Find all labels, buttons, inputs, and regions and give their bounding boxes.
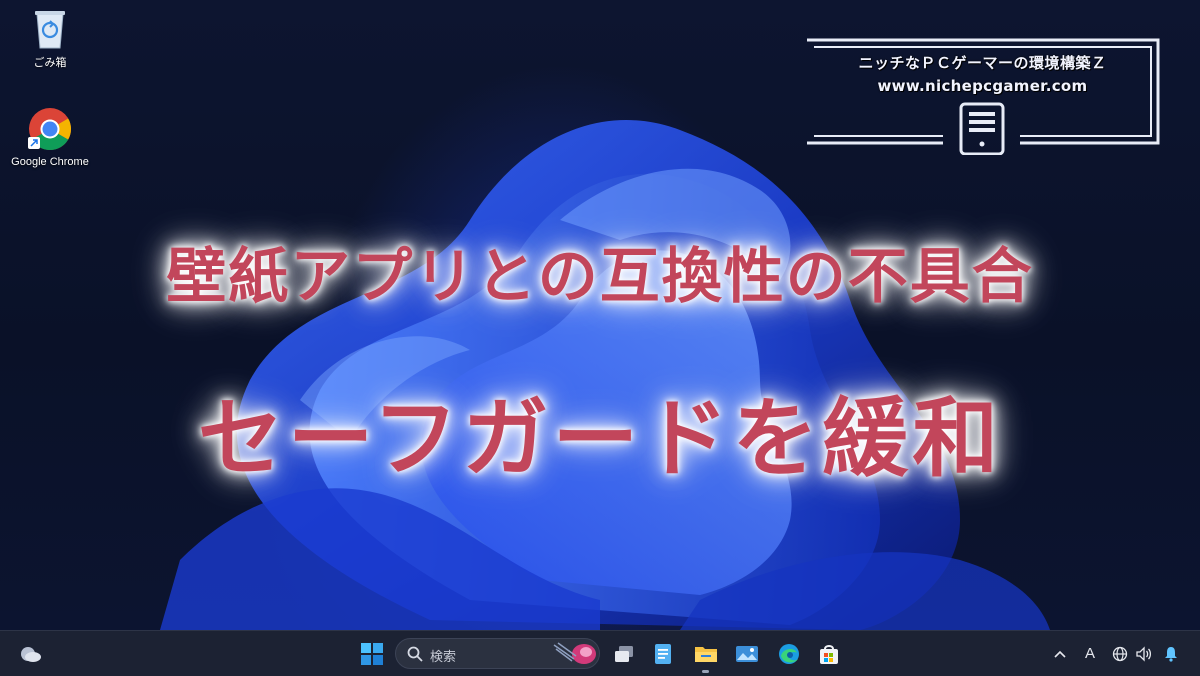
weather-icon (21, 646, 41, 662)
recycle-bin-label: ごみ箱 (33, 57, 67, 69)
speaker-icon (1136, 645, 1152, 662)
show-hidden-icons-button[interactable] (1050, 631, 1070, 676)
search-icon (407, 646, 423, 662)
search-highlight-icon (553, 642, 596, 664)
store-icon (820, 644, 838, 664)
start-button[interactable] (356, 631, 388, 676)
network-button[interactable] (1109, 631, 1131, 676)
desktop-wallpaper: ごみ箱 Google Chrome ニッチなＰＣゲーマーの環境構築Ｚ www.n… (0, 0, 1200, 630)
recycle-bin-icon (35, 11, 65, 49)
edge-icon (779, 643, 799, 664)
task-view-button[interactable] (609, 631, 639, 676)
notepad-button[interactable] (648, 631, 678, 676)
globe-icon (1112, 646, 1128, 661)
headline-secondary: セーフガードを緩和 (197, 389, 1003, 489)
chrome-label: Google Chrome (11, 156, 89, 168)
notifications-button[interactable] (1160, 631, 1182, 676)
taskbar: 検索 A (0, 630, 1200, 676)
photos-button[interactable] (731, 631, 763, 676)
volume-button[interactable] (1133, 631, 1155, 676)
search-placeholder: 検索 (430, 650, 457, 665)
site-logo: ニッチなＰＣゲーマーの環境構築Ｚ www.nichepcgamer.com (805, 38, 1160, 155)
desktop-icon-google-chrome[interactable]: Google Chrome (5, 106, 95, 168)
store-button[interactable] (813, 631, 845, 676)
ime-indicator[interactable]: A (1080, 631, 1100, 676)
headline-primary: 壁紙アプリとの互換性の不具合 (166, 242, 1034, 312)
chrome-icon (28, 108, 72, 151)
start-icon (361, 642, 383, 665)
widgets-button[interactable] (16, 631, 44, 676)
chevron-up-icon (1054, 650, 1066, 658)
photos-icon (736, 645, 758, 662)
ime-mode-label: A (1084, 645, 1095, 662)
notification-bell-icon (1165, 646, 1177, 662)
task-view-icon (615, 645, 633, 662)
file-explorer-running-indicator (702, 670, 709, 673)
notepad-icon (655, 643, 671, 664)
search-box[interactable]: 検索 (395, 638, 600, 669)
desktop-icon-recycle-bin[interactable]: ごみ箱 (5, 8, 95, 70)
file-explorer-icon (695, 646, 717, 662)
logo-url: www.nichepcgamer.com (877, 77, 1088, 95)
edge-button[interactable] (773, 631, 805, 676)
logo-title: ニッチなＰＣゲーマーの環境構築Ｚ (858, 54, 1107, 72)
